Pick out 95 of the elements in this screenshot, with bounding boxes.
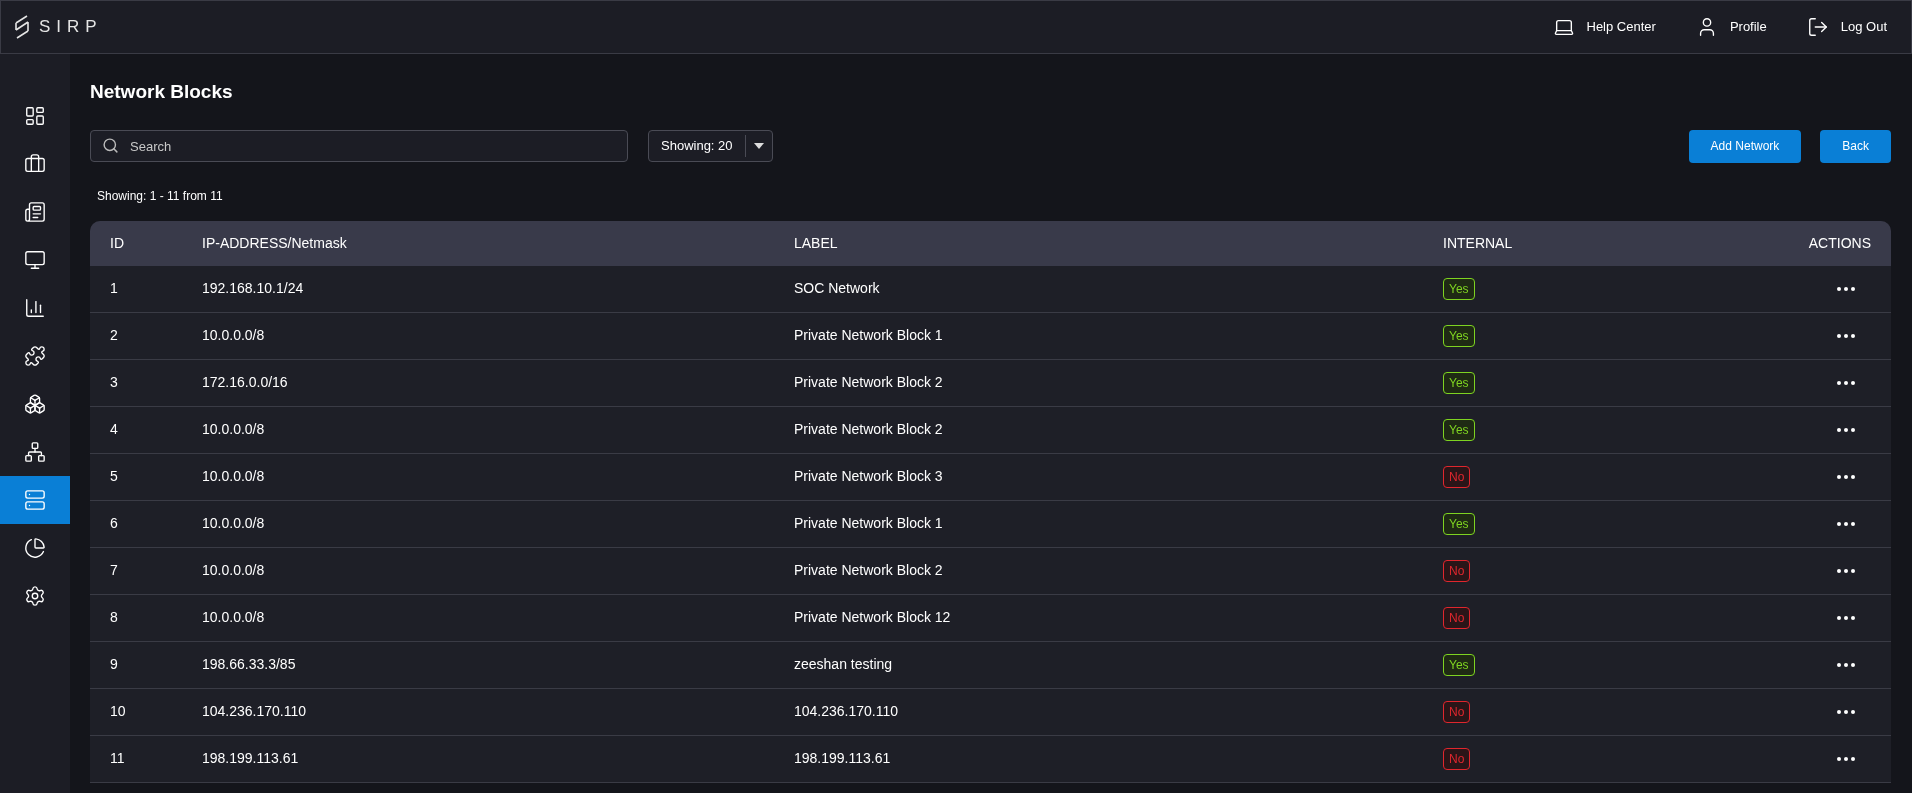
boxes-icon bbox=[24, 393, 46, 415]
table-cell-text: 10.0.0.0/8 bbox=[201, 467, 266, 486]
header-link[interactable]: Help Center bbox=[1552, 16, 1656, 38]
more-options-button[interactable] bbox=[1837, 286, 1855, 291]
status-tag: No bbox=[1443, 559, 1471, 582]
table-cell-text: 198.199.113.61 bbox=[793, 749, 892, 768]
table-cell-text: Private Network Block 2 bbox=[793, 420, 944, 439]
action-button[interactable]: Add Network bbox=[1688, 129, 1802, 163]
table-cell-text: Private Network Block 2 bbox=[793, 373, 944, 392]
logo-icon bbox=[13, 14, 31, 40]
more-options-icon bbox=[1837, 615, 1855, 620]
table-cell-text: 8 bbox=[109, 608, 119, 627]
status-tag: No bbox=[1443, 747, 1471, 770]
table-cell-text: 104.236.170.110 bbox=[793, 702, 900, 721]
table-cell-text: 10.0.0.0/8 bbox=[201, 514, 266, 533]
table-cell-text: Private Network Block 1 bbox=[793, 326, 944, 345]
more-options-icon bbox=[1837, 380, 1855, 385]
results-summary: Showing: 1 - 11 from 11 bbox=[97, 187, 224, 205]
more-options-icon bbox=[1837, 662, 1855, 667]
table-cell-text: 10.0.0.0/8 bbox=[201, 608, 266, 627]
search-icon bbox=[102, 137, 119, 154]
more-options-button[interactable] bbox=[1837, 662, 1855, 667]
column-header: ACTIONS bbox=[1807, 233, 1872, 253]
table-cell-text: 10.0.0.0/8 bbox=[201, 561, 266, 580]
server-icon bbox=[24, 489, 46, 511]
briefcase-icon bbox=[24, 153, 46, 175]
more-options-icon bbox=[1837, 427, 1855, 432]
table-cell-text: zeeshan testing bbox=[793, 655, 894, 674]
table-cell-text: 7 bbox=[109, 561, 119, 580]
status-tag: Yes bbox=[1443, 653, 1475, 676]
column-header: INTERNAL bbox=[1442, 233, 1514, 253]
logo-wordmark: SIRP bbox=[39, 16, 103, 39]
header-link[interactable]: Profile bbox=[1695, 16, 1767, 38]
header-link[interactable]: Log Out bbox=[1806, 16, 1887, 38]
more-options-icon bbox=[1837, 474, 1855, 479]
status-tag: No bbox=[1443, 465, 1471, 488]
page-size-dropdown[interactable]: Showing: 20 bbox=[648, 130, 773, 162]
puzzle-icon bbox=[24, 345, 46, 367]
log-out-icon bbox=[1806, 16, 1829, 38]
action-button[interactable]: Back bbox=[1820, 129, 1891, 163]
table-cell-text: 5 bbox=[109, 467, 119, 486]
dashboard-icon bbox=[24, 105, 46, 127]
table-cell-text: Private Network Block 3 bbox=[793, 467, 944, 486]
table-cell-text: 192.168.10.1/24 bbox=[201, 279, 305, 298]
status-tag: Yes bbox=[1443, 277, 1475, 300]
more-options-button[interactable] bbox=[1837, 615, 1855, 620]
more-options-button[interactable] bbox=[1837, 568, 1855, 573]
status-tag: Yes bbox=[1443, 324, 1475, 347]
more-options-button[interactable] bbox=[1837, 709, 1855, 714]
table-cell-text: 10 bbox=[109, 702, 127, 721]
more-options-button[interactable] bbox=[1837, 333, 1855, 338]
monitor-icon bbox=[24, 249, 46, 271]
dropdown-triangle-icon bbox=[753, 143, 764, 149]
more-options-icon bbox=[1837, 286, 1855, 291]
status-tag: Yes bbox=[1443, 418, 1475, 441]
table-cell-text: 11 bbox=[109, 749, 126, 768]
table-cell-text: 1 bbox=[109, 279, 119, 298]
table-cell-text: 198.199.113.61 bbox=[201, 749, 300, 768]
bar-chart-icon bbox=[24, 297, 46, 319]
table-cell-text: 10.0.0.0/8 bbox=[201, 420, 266, 439]
column-header: ID bbox=[109, 233, 125, 253]
table-cell-text: 198.66.33.3/85 bbox=[201, 655, 297, 674]
table-cell-text: 2 bbox=[109, 326, 119, 345]
table-cell-text: Private Network Block 2 bbox=[793, 561, 944, 580]
table-cell-text: Private Network Block 12 bbox=[793, 608, 952, 627]
table-cell-text: 9 bbox=[109, 655, 119, 674]
column-header: IP-ADDRESS/Netmask bbox=[201, 233, 348, 253]
status-tag: No bbox=[1443, 700, 1471, 723]
more-options-button[interactable] bbox=[1837, 756, 1855, 761]
table-cell-text: 104.236.170.110 bbox=[201, 702, 308, 721]
search-field[interactable]: Search bbox=[90, 130, 628, 162]
column-header: LABEL bbox=[793, 233, 839, 253]
network-icon bbox=[24, 441, 46, 463]
status-tag: Yes bbox=[1443, 512, 1475, 535]
more-options-button[interactable] bbox=[1837, 427, 1855, 432]
table-cell-text: Private Network Block 1 bbox=[793, 514, 944, 533]
more-options-icon bbox=[1837, 333, 1855, 338]
status-tag: Yes bbox=[1443, 371, 1475, 394]
more-options-icon bbox=[1837, 756, 1855, 761]
table-cell-text: 6 bbox=[109, 514, 119, 533]
more-options-icon bbox=[1837, 568, 1855, 573]
table-cell-text: SOC Network bbox=[793, 279, 881, 298]
table-cell-text: 4 bbox=[109, 420, 119, 439]
status-tag: No bbox=[1443, 606, 1471, 629]
table-cell-text: 3 bbox=[109, 373, 119, 392]
more-options-button[interactable] bbox=[1837, 521, 1855, 526]
more-options-button[interactable] bbox=[1837, 380, 1855, 385]
settings-icon bbox=[24, 585, 46, 607]
page-title: Network Blocks bbox=[90, 80, 234, 104]
more-options-icon bbox=[1837, 521, 1855, 526]
more-options-icon bbox=[1837, 709, 1855, 714]
pie-chart-icon bbox=[24, 537, 46, 559]
table-cell-text: 10.0.0.0/8 bbox=[201, 326, 266, 345]
table-cell-text: 172.16.0.0/16 bbox=[201, 373, 289, 392]
more-options-button[interactable] bbox=[1837, 474, 1855, 479]
